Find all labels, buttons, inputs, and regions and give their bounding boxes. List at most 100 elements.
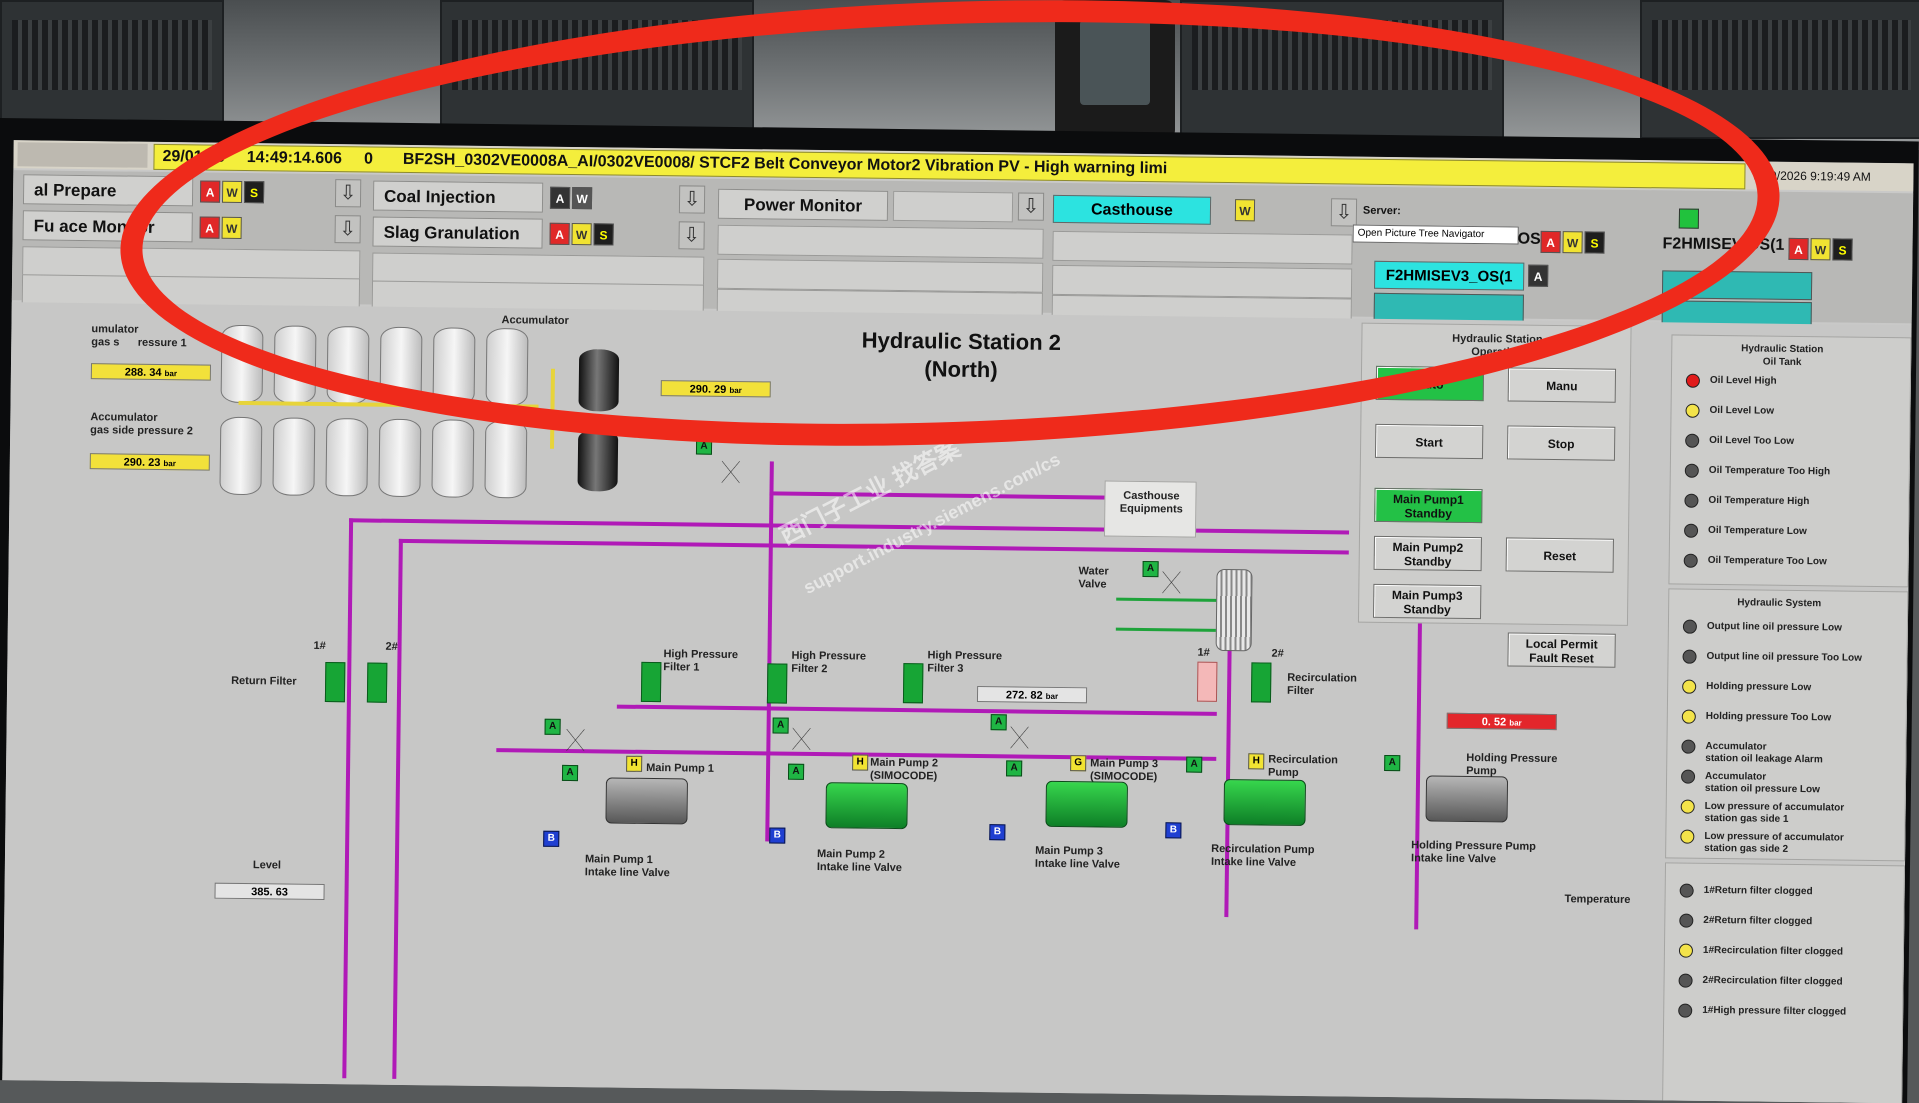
main-pump-2-icon[interactable]: [825, 782, 908, 830]
pump-auto-tag: A: [561, 764, 579, 782]
unit-text: bar: [163, 459, 176, 469]
return-filter-2[interactable]: [366, 662, 388, 703]
valve-auto-tag: A: [772, 717, 789, 734]
alarm-toolbar-icons[interactable]: [17, 142, 148, 168]
status-lamp-icon: [1680, 769, 1696, 784]
oil-tank-status-panel: Hydraulic Station Oil Tank Oil Level Hig…: [1668, 334, 1912, 588]
recirc-filter-2-label: 2#: [1271, 647, 1284, 660]
status-lamp-icon: [1680, 799, 1695, 814]
status-lamp-icon: [1681, 739, 1696, 754]
status-s-indicator[interactable]: S: [1832, 238, 1853, 261]
recirc-intake-valve-label: Recirculation Pump Intake line Valve: [1210, 842, 1315, 869]
unit-text: bar: [164, 369, 178, 379]
return-filter-1[interactable]: [324, 662, 346, 703]
unit-text: bar: [1509, 718, 1522, 728]
pump-mode-tag: H: [626, 755, 643, 772]
main-pump-2-label: Main Pump 2 (SIMOCODE): [869, 756, 939, 783]
local-permit-fault-reset-button[interactable]: Local Permit Fault Reset: [1507, 632, 1616, 668]
pump-auto-tag: A: [787, 763, 805, 780]
valve-icon[interactable]: [566, 728, 585, 752]
value-text: 0. 52: [1481, 716, 1507, 729]
status-lamp-icon: [1681, 709, 1696, 724]
water-valve-icon[interactable]: [1162, 571, 1181, 594]
water-pipe: [1116, 597, 1217, 602]
manual-button[interactable]: Manu: [1507, 367, 1617, 403]
recirc-pipe: [1224, 617, 1232, 918]
accumulator-tank[interactable]: [219, 416, 263, 496]
status-lamp-label: 2#Return filter clogged: [1703, 914, 1813, 928]
alarm-a-indicator[interactable]: A: [1788, 237, 1809, 261]
oil-level-value[interactable]: 385. 63: [214, 882, 325, 901]
hp-filter-2[interactable]: [766, 663, 788, 704]
pump-mode-tag: G: [1070, 755, 1087, 772]
oil-tank-lamp-list: Oil Level High Oil Level Low Oil Level Too…: [1672, 335, 1910, 568]
heat-exchanger-icon[interactable]: [1215, 568, 1253, 652]
water-pipe: [1115, 627, 1216, 632]
low-pressure-value[interactable]: 0. 52 bar: [1446, 712, 1557, 731]
accumulator-tank[interactable]: [272, 417, 316, 496]
main-pump2-standby-button[interactable]: Main Pump2 Standby: [1373, 535, 1482, 572]
accumulator-tank[interactable]: [325, 418, 369, 497]
status-lamp-icon: [1684, 493, 1699, 508]
accumulator-tank[interactable]: [484, 419, 528, 499]
warning-w-indicator[interactable]: W: [1810, 238, 1831, 261]
status-lamp-icon: [1678, 1003, 1693, 1018]
status-lamp-label: Oil Level Low: [1709, 404, 1775, 417]
status-lamp-label: Oil Temperature Low: [1708, 524, 1807, 538]
status-lamp-icon: [1678, 943, 1694, 958]
valve-auto-tag: A: [990, 714, 1007, 731]
status-lamp-label: 1#High pressure filter clogged: [1702, 1004, 1847, 1018]
pump-mode-tag: H: [1248, 753, 1265, 770]
filter-clog-status-panel: 1#Return filter clogged 2#Return filter c…: [1662, 862, 1906, 1103]
status-lamp-icon: [1685, 403, 1700, 418]
accumulator-tank[interactable]: [431, 419, 475, 498]
acc-gas1-label: umulator gas s ressure 1: [91, 323, 187, 350]
hp-filter-3[interactable]: [902, 663, 924, 704]
value-text: 290. 23: [123, 456, 161, 469]
recirc-filter-label: Recirculation Filter: [1287, 671, 1358, 698]
recirc-pump-icon[interactable]: [1223, 779, 1307, 827]
return-down-pipe: [342, 518, 354, 1079]
stop-button[interactable]: Stop: [1506, 425, 1616, 461]
status-lamp-label: Output line oil pressure Too Low: [1706, 650, 1862, 664]
recirc-filter-1[interactable]: [1196, 661, 1218, 702]
accumulator-tank[interactable]: [378, 418, 422, 498]
valve-icon[interactable]: [721, 460, 740, 484]
status-lamp-label: Accumulator station oil leakage Alarm: [1705, 740, 1823, 766]
pump-mode-tag: H: [852, 754, 869, 771]
reset-button[interactable]: Reset: [1505, 537, 1614, 573]
pump-auto-tag: A: [1006, 760, 1023, 777]
hp-filter-1[interactable]: [640, 661, 662, 703]
oil-accumulator-bottle[interactable]: [577, 429, 619, 492]
status-lamp-icon: [1685, 433, 1700, 448]
holding-pump-icon[interactable]: [1425, 775, 1509, 823]
return-filter-label: Return Filter: [231, 674, 297, 688]
main-pump-3-icon[interactable]: [1045, 780, 1128, 828]
valve-b-tag: B: [543, 830, 560, 847]
recirc-filter-2[interactable]: [1250, 662, 1272, 703]
filter-2-label: 2#: [385, 640, 398, 653]
hyd-system-title: Hydraulic System: [1737, 597, 1822, 610]
main-riser-pipe: [765, 461, 774, 842]
valve-icon[interactable]: [1010, 726, 1029, 749]
main-pump1-standby-button[interactable]: Main Pump1 Standby: [1374, 487, 1483, 524]
status-lamp-label: Oil Level High: [1709, 374, 1777, 387]
status-lamp-icon: [1682, 619, 1697, 634]
status-lamp-icon: [1680, 829, 1695, 844]
valve-b-tag: B: [1165, 822, 1182, 839]
holding-intake-valve-label: Holding Pressure Pump Intake line Valve: [1410, 839, 1536, 866]
main-pump-1-icon[interactable]: [605, 777, 688, 825]
acc-gas1-value[interactable]: 288. 34 bar: [90, 363, 212, 381]
filter-1-label: 1#: [313, 639, 326, 653]
status-lamp-label: Oil Temperature High: [1708, 494, 1810, 508]
mp3-intake-valve-label: Main Pump 3 Intake line Valve: [1034, 844, 1121, 871]
acc-gas2-value[interactable]: 290. 23 bar: [89, 453, 210, 471]
holding-pump-pipe: [1414, 609, 1423, 930]
hp-pressure-value[interactable]: 272. 82 bar: [976, 685, 1088, 704]
return-line-pipe: [349, 518, 1350, 535]
start-button[interactable]: Start: [1374, 423, 1484, 460]
main-pump3-standby-button[interactable]: Main Pump3 Standby: [1372, 583, 1482, 620]
casthouse-equipments-box[interactable]: Casthouse Equipments: [1103, 480, 1197, 538]
valve-icon[interactable]: [792, 727, 811, 750]
status-lamp-icon: [1682, 649, 1697, 664]
